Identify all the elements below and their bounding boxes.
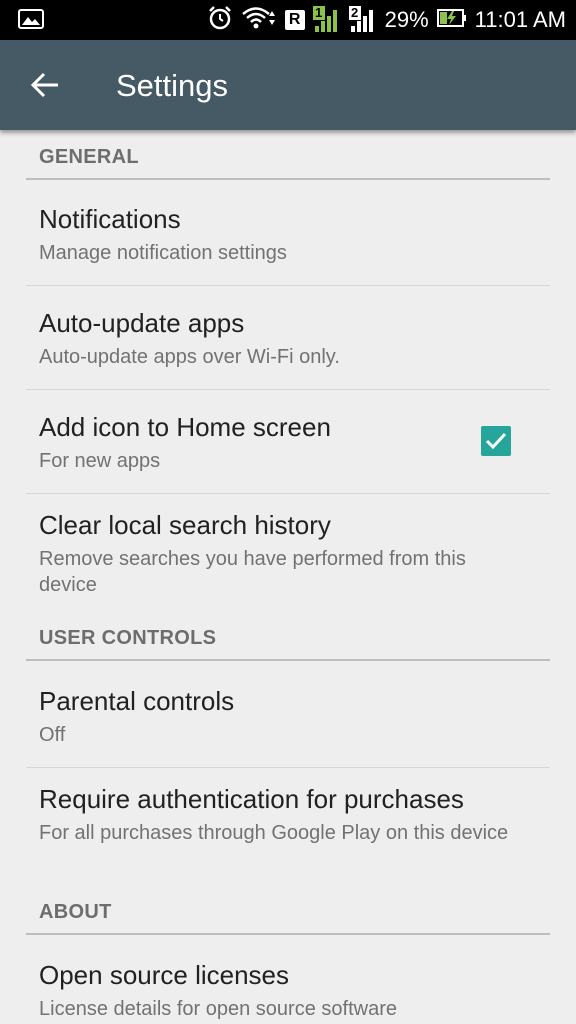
sim2-signal-icon: 2 [348, 6, 377, 34]
item-title: Require authentication for purchases [39, 784, 464, 814]
roaming-icon: R [284, 10, 305, 30]
page-title: Settings [116, 68, 229, 103]
item-subtitle: Off [39, 724, 66, 746]
item-title: Open source licenses [39, 960, 290, 990]
item-title: Add icon to Home screen [39, 412, 331, 442]
divider [26, 178, 550, 180]
divider [26, 767, 550, 768]
divider [26, 389, 550, 390]
item-title: Parental controls [39, 686, 235, 716]
item-subtitle: For all purchases through Google Play on… [39, 822, 509, 844]
clock: 11:01 AM [474, 7, 566, 32]
app-bar: Settings [0, 40, 576, 130]
settings-list[interactable]: GENERAL Notifications Manage notificatio… [0, 130, 576, 1024]
item-subtitle: License details for open source software [39, 998, 397, 1020]
battery-charging-icon [436, 8, 467, 33]
item-subtitle: Manage notification settings [39, 242, 287, 264]
sim1-signal-icon: 1 [312, 6, 341, 34]
item-title: Auto-update apps [39, 308, 245, 338]
item-title: Clear local search history [39, 510, 331, 540]
section-header-about: ABOUT [39, 901, 112, 923]
item-subtitle: Auto-update apps over Wi-Fi only. [39, 346, 340, 368]
divider [26, 933, 550, 935]
item-title: Notifications [39, 204, 181, 234]
item-subtitle: For new apps [39, 450, 161, 472]
divider [26, 659, 550, 661]
alarm-icon [207, 5, 233, 36]
section-header-user-controls: USER CONTROLS [39, 627, 217, 649]
status-bar: R 1 2 29% 11:01 AM [0, 0, 576, 40]
divider [26, 285, 550, 286]
wifi-icon [241, 5, 277, 36]
add-icon-checkbox[interactable] [481, 426, 511, 456]
back-arrow-icon[interactable] [30, 68, 60, 102]
checkmark-icon [485, 432, 507, 450]
battery-percent: 29% [384, 7, 429, 32]
divider [26, 493, 550, 494]
gallery-icon [18, 9, 44, 34]
item-subtitle: Remove searches you have performed from … [39, 548, 466, 596]
section-header-general: GENERAL [39, 146, 139, 168]
